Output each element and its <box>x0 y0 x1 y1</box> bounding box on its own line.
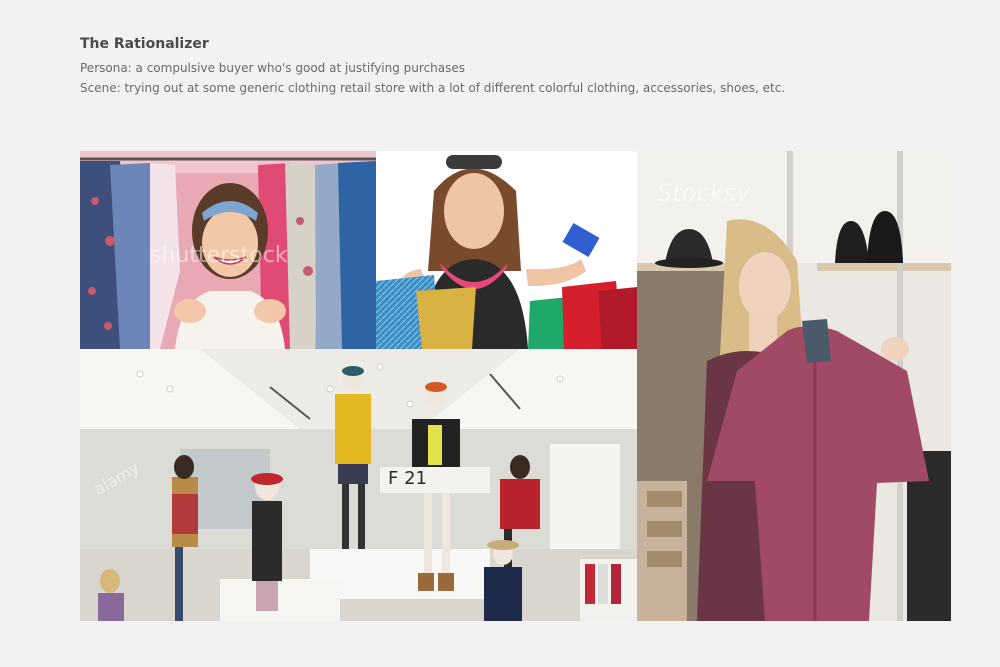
persona-text: Persona: a compulsive buyer who's good a… <box>80 61 466 75</box>
photo-store-interior: F 21 alamy <box>80 349 637 621</box>
photo-coat-tryon: Stocksy <box>637 151 951 621</box>
photo-shopping-bags <box>376 151 637 349</box>
photo-clothes-rack: shutterstock <box>80 151 376 349</box>
page-title: The Rationalizer <box>80 36 209 52</box>
scene-text: Scene: trying out at some generic clothi… <box>80 81 786 95</box>
